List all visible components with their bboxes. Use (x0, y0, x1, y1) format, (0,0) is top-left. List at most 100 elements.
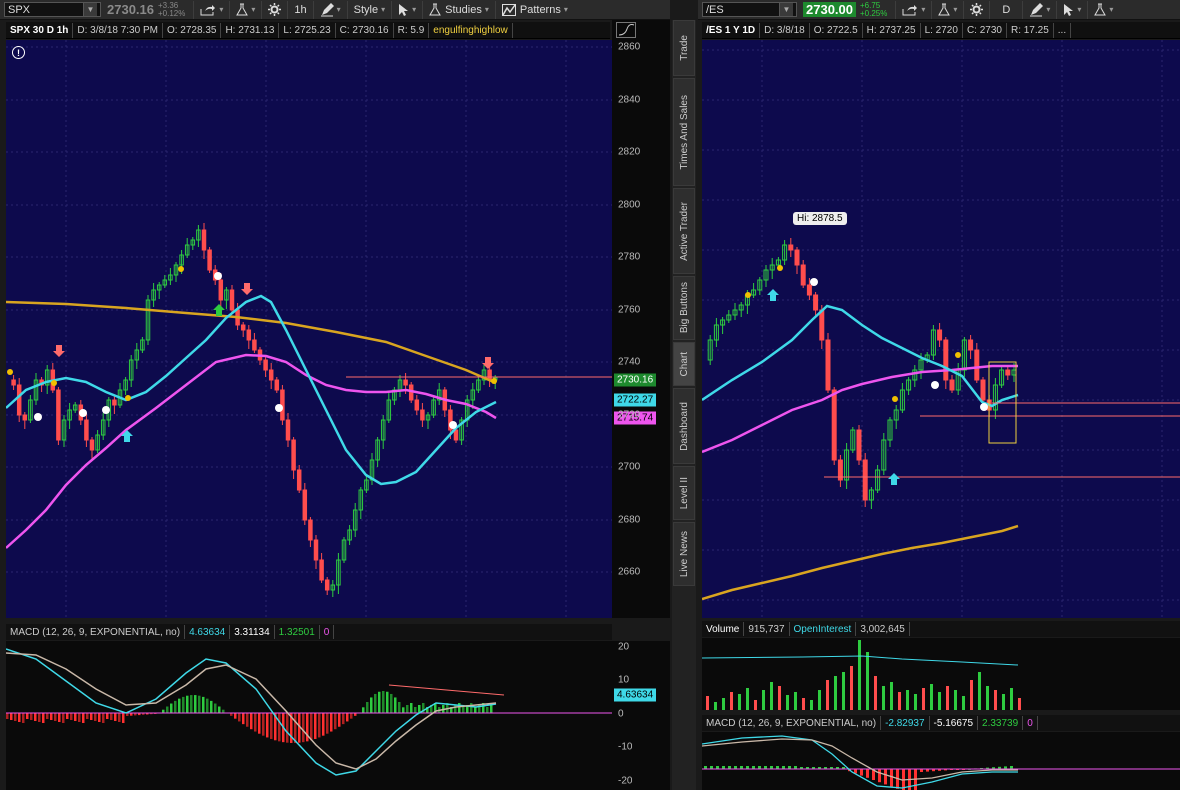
volume-bar (842, 672, 845, 710)
signal-dot (275, 404, 283, 412)
macd-trend-line (388, 684, 505, 696)
side-tab-active-trader[interactable]: Active Trader (673, 188, 695, 274)
open-interest-label[interactable]: OpenInterest (790, 622, 857, 636)
right-settings-button[interactable] (963, 0, 989, 19)
macd-value-badge: 4.63634 (614, 688, 657, 702)
right-timeframe-button[interactable]: D (989, 0, 1022, 19)
side-tab-dashboard[interactable]: Dashboard (673, 388, 695, 464)
left-study-label[interactable]: engulfinghighlow (429, 22, 513, 38)
left-settings-button[interactable] (261, 0, 287, 19)
volume-bar (722, 698, 725, 710)
histogram-bar (414, 707, 417, 713)
axis-scale-icon[interactable] (616, 22, 636, 38)
magenta-ma-line (6, 353, 497, 549)
histogram-bar (390, 693, 393, 713)
side-tab-times-and-sales[interactable]: Times And Sales (673, 78, 695, 186)
left-macd-diff: 1.32501 (275, 625, 320, 639)
volume-bar (714, 702, 717, 710)
right-macd-diff: 2.33739 (978, 716, 1024, 730)
style-button[interactable]: Style ▾ (346, 0, 391, 19)
candle-body (403, 379, 408, 386)
left-macd-title[interactable]: MACD (12, 26, 9, EXPONENTIAL, no) (6, 625, 186, 639)
candle-body (862, 459, 868, 501)
chevron-down-icon[interactable]: ▼ (83, 3, 97, 16)
right-macd-avg: -5.16675 (930, 716, 979, 730)
candle-body (980, 379, 986, 401)
histogram-bar (98, 713, 101, 722)
left-chart-svg (6, 40, 612, 618)
left-share-button[interactable]: ▾ (193, 0, 229, 19)
histogram-bar (884, 769, 887, 785)
histogram-bar (262, 713, 265, 736)
side-tab-level-ii[interactable]: Level II (673, 466, 695, 520)
right-share-button[interactable]: ▾ (895, 0, 931, 19)
cyan-ma-line (6, 294, 497, 486)
histogram-bar (410, 703, 413, 713)
side-tab-label: Times And Sales (678, 94, 690, 170)
left-price-chart[interactable]: ! (6, 40, 612, 618)
right-macd-svg (702, 735, 1180, 790)
left-macd-value: 4.63634 (185, 625, 231, 639)
histogram-bar (6, 713, 9, 719)
histogram-bar (254, 713, 257, 732)
histogram-bar (174, 700, 177, 713)
left-symbol-selector[interactable]: SPX ▼ (4, 2, 101, 17)
side-tab-big-buttons[interactable]: Big Buttons (673, 276, 695, 340)
volume-bar (770, 682, 773, 710)
left-price-axis[interactable]: 2730.16 2722.27 2715.74 2860 2840 2820 2800… (612, 20, 670, 618)
right-cursor-button[interactable]: ▾ (1056, 0, 1087, 19)
candle-body (313, 539, 319, 561)
left-timeframe-button[interactable]: 1h (287, 0, 312, 19)
right-symbol-selector[interactable]: /ES ▼ (702, 2, 797, 17)
right-price-chart[interactable]: Hi: 2878.5 (702, 40, 1180, 618)
left-chart-title[interactable]: SPX 30 D 1h (6, 22, 74, 38)
right-more[interactable]: ... (1054, 22, 1072, 38)
patterns-button[interactable]: Patterns ▾ (494, 0, 574, 19)
volume-bar (986, 686, 989, 710)
right-chart-title[interactable]: /ES 1 Y 1D (702, 22, 761, 38)
side-tab-live-news[interactable]: Live News (673, 522, 695, 586)
volume-bar (906, 690, 909, 710)
side-tab-trade[interactable]: Trade (673, 20, 695, 76)
chevron-down-icon[interactable]: ▼ (779, 3, 793, 16)
histogram-bar (122, 713, 125, 723)
studies-button[interactable]: Studies ▾ (422, 0, 495, 19)
right-toolbar: /ES ▼ 2730.00 +6.75 +0.25% ▾ ▾ D ▾ ▾ ▾ (698, 0, 1180, 20)
right-studies-button[interactable]: ▾ (1087, 0, 1119, 19)
histogram-bar (106, 713, 109, 719)
alert-icon[interactable]: ! (12, 46, 25, 59)
left-flask-button[interactable]: ▾ (229, 0, 261, 19)
right-grid (702, 40, 1180, 618)
cursor-button[interactable]: ▾ (391, 0, 422, 19)
left-drawing-button[interactable]: ▾ (312, 0, 347, 19)
right-volume-chart[interactable] (702, 638, 1180, 710)
right-drawing-button[interactable]: ▾ (1022, 0, 1056, 19)
right-macd-value: -2.82937 (881, 716, 930, 730)
right-macd-chart[interactable] (702, 732, 1180, 790)
side-tab-chart[interactable]: Chart (673, 342, 695, 386)
volume-bar (922, 688, 925, 710)
right-macd-title[interactable]: MACD (12, 26, 9, EXPONENTIAL, no) (702, 716, 882, 730)
flask-icon (938, 3, 951, 16)
high-tooltip: Hi: 2878.5 (793, 212, 847, 225)
signal-dot (810, 278, 818, 286)
candle-body (420, 409, 425, 421)
volume-bar (826, 680, 829, 710)
left-macd-axis: 20 10 0 -10 -20 4.63634 (612, 641, 670, 790)
left-macd-chart[interactable] (6, 641, 612, 790)
price-tick: 2860 (618, 41, 641, 53)
histogram-bar (378, 691, 381, 713)
volume-bar (882, 686, 885, 710)
left-change: +3.36 +0.12% (158, 1, 185, 18)
volume-bars (706, 640, 1021, 710)
histogram-bar (14, 713, 17, 721)
right-flask-button[interactable]: ▾ (931, 0, 963, 19)
share-icon (902, 4, 918, 15)
histogram-bar (194, 695, 197, 713)
histogram-bar (394, 697, 397, 713)
volume-label[interactable]: Volume (702, 622, 745, 636)
buy-arrow-icon (767, 289, 779, 301)
volume-bar (738, 694, 741, 710)
histogram-bar (214, 703, 217, 713)
macd-tick: -20 (618, 775, 633, 787)
